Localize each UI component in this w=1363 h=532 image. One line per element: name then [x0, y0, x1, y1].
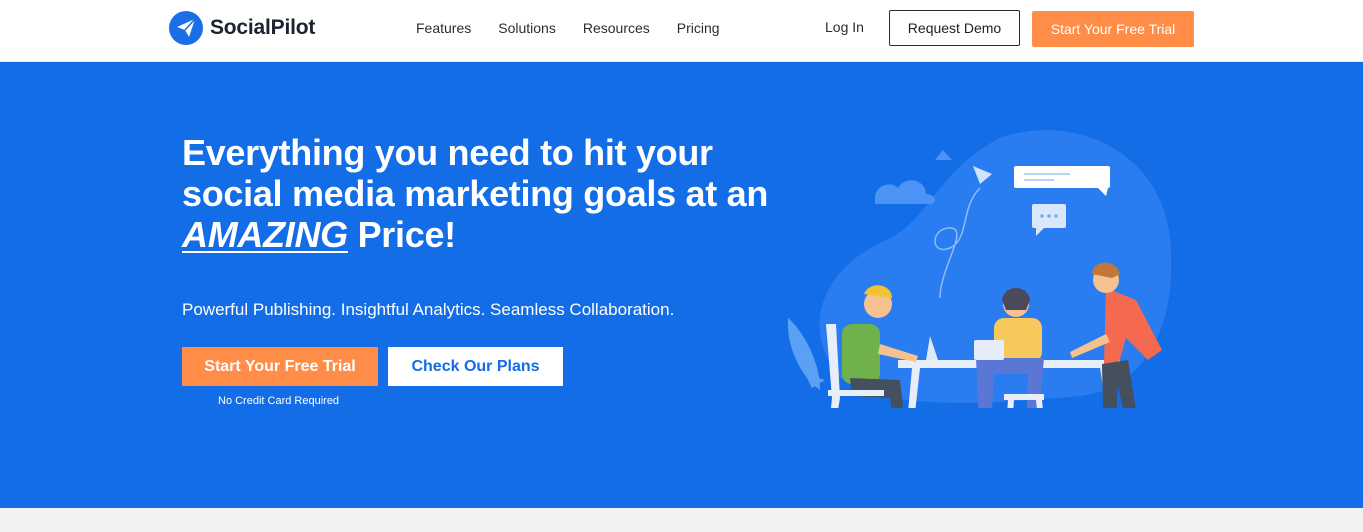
- request-demo-button[interactable]: Request Demo: [889, 10, 1020, 46]
- headline-end: Price!: [347, 214, 457, 255]
- hero-subline: Powerful Publishing. Insightful Analytic…: [182, 300, 675, 319]
- top-navigation-bar: SocialPilot Features Solutions Resources…: [0, 0, 1363, 62]
- brand-logo[interactable]: SocialPilot: [168, 10, 315, 46]
- team-collaboration-illustration: [787, 130, 1172, 408]
- start-trial-hero-button[interactable]: Start Your Free Trial: [182, 347, 378, 386]
- no-credit-card-note: No Credit Card Required: [218, 395, 340, 407]
- headline-line-1: Everything you need to hit your: [182, 132, 713, 173]
- check-plans-button[interactable]: Check Our Plans: [388, 347, 563, 386]
- headline-emphasis: AMAZING: [182, 214, 348, 255]
- login-link[interactable]: Log In: [825, 19, 864, 35]
- start-trial-header-button[interactable]: Start Your Free Trial: [1032, 11, 1194, 47]
- nav-item-resources[interactable]: Resources: [583, 20, 650, 36]
- brand-name: SocialPilot: [210, 16, 316, 39]
- nav-item-features[interactable]: Features: [416, 20, 471, 36]
- nav-item-pricing[interactable]: Pricing: [677, 20, 720, 36]
- hero-section: Everything you need to hit your social m…: [0, 62, 1363, 508]
- headline-line-2: social media marketing goals at an: [182, 173, 769, 214]
- paper-plane-icon: [169, 11, 203, 45]
- nav-item-solutions[interactable]: Solutions: [498, 20, 556, 36]
- hero-headline: Everything you need to hit your social m…: [182, 132, 782, 255]
- main-nav: Features Solutions Resources Pricing: [416, 0, 747, 56]
